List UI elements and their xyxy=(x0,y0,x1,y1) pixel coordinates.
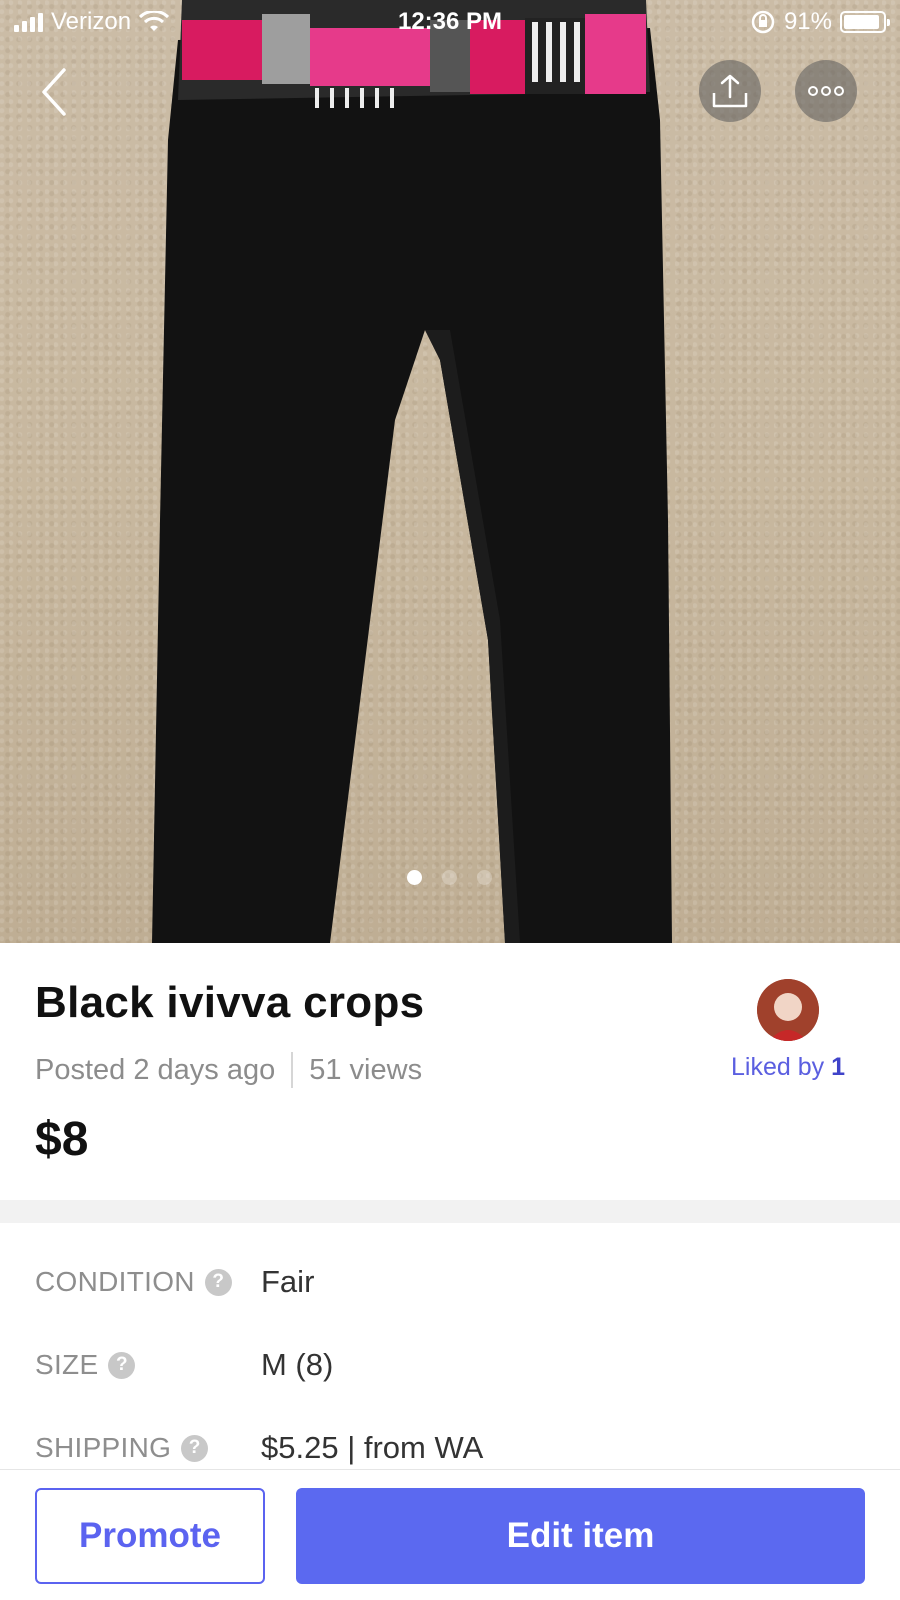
photo-page-indicator[interactable] xyxy=(407,870,492,885)
listing-price: $8 xyxy=(35,1113,89,1166)
battery-fill xyxy=(844,15,879,29)
rotation-lock-icon xyxy=(751,10,775,34)
shipping-value: $5.25 | from WA xyxy=(261,1430,484,1465)
more-dots-icon xyxy=(808,86,844,96)
help-icon[interactable]: ? xyxy=(181,1434,209,1462)
help-icon[interactable]: ? xyxy=(108,1351,136,1379)
page-dot-2[interactable] xyxy=(442,870,457,885)
liked-by-count: 1 xyxy=(831,1053,845,1081)
listing-meta: Posted 2 days ago 51 views xyxy=(35,1052,422,1088)
liked-by-label: Liked by xyxy=(731,1053,825,1081)
page-dot-1[interactable] xyxy=(407,870,422,885)
more-options-button[interactable] xyxy=(795,60,857,122)
size-value: M (8) xyxy=(261,1347,334,1382)
liker-avatar[interactable] xyxy=(757,979,819,1041)
detail-row-condition: CONDITION ? Fair xyxy=(35,1257,865,1307)
chevron-left-icon xyxy=(42,68,66,116)
size-label: SIZE xyxy=(35,1349,99,1380)
liked-by[interactable]: Liked by 1 xyxy=(731,1053,845,1082)
condition-value: Fair xyxy=(261,1264,315,1299)
detail-label: SIZE ? xyxy=(35,1349,261,1381)
share-upload-icon xyxy=(712,74,748,108)
view-count: 51 views xyxy=(309,1053,423,1086)
section-divider xyxy=(0,1200,900,1223)
help-icon[interactable]: ? xyxy=(204,1268,232,1296)
condition-label: CONDITION xyxy=(35,1266,195,1297)
share-button[interactable] xyxy=(699,60,761,122)
back-button[interactable] xyxy=(36,64,76,120)
detail-label: SHIPPING ? xyxy=(35,1432,261,1464)
status-right: 91% xyxy=(750,8,890,36)
shipping-label: SHIPPING xyxy=(35,1432,172,1463)
pants-photo-illustration xyxy=(152,0,672,943)
detail-label: CONDITION ? xyxy=(35,1266,261,1298)
detail-row-shipping: SHIPPING ? $5.25 | from WA xyxy=(35,1423,865,1473)
promote-button[interactable]: Promote xyxy=(35,1488,265,1584)
bottom-action-bar: Promote Edit item xyxy=(0,1469,900,1600)
avatar-portrait xyxy=(757,979,819,1041)
page-dot-3[interactable] xyxy=(477,870,492,885)
detail-row-size: SIZE ? M (8) xyxy=(35,1340,865,1390)
battery-percent: 91% xyxy=(783,8,832,35)
meta-divider xyxy=(291,1052,294,1088)
posted-time: Posted 2 days ago xyxy=(35,1053,276,1086)
listing-photo[interactable]: Verizon 12:36 PM 91% xyxy=(0,0,900,943)
battery-icon xyxy=(840,11,890,33)
listing-title: Black ivivva crops xyxy=(35,978,425,1027)
status-bar: Verizon 12:36 PM 91% xyxy=(0,0,900,46)
edit-item-button[interactable]: Edit item xyxy=(296,1488,865,1584)
